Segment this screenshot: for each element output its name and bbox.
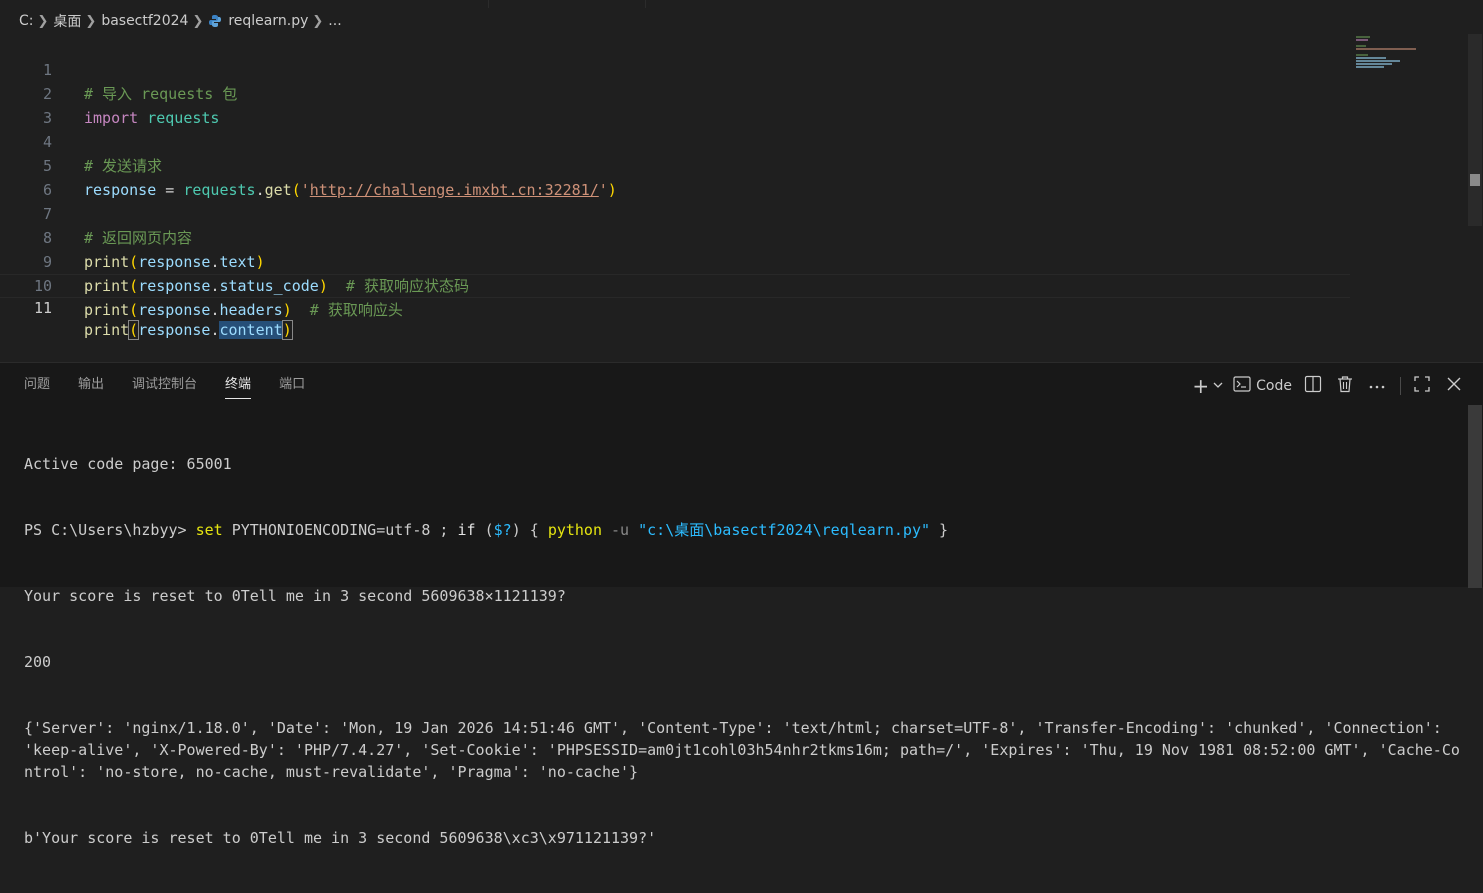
chevron-right-icon: ❯ (37, 13, 49, 29)
code-line: 5 response = requests.get('http://challe… (0, 130, 1350, 199)
scrollbar-cursor-marker (1470, 174, 1480, 186)
terminal-profile-label: Code (1256, 378, 1292, 394)
new-terminal-button[interactable]: + (1192, 374, 1223, 398)
minimap-line (1356, 66, 1384, 68)
tab-problems[interactable]: 问题 (24, 373, 50, 399)
terminal-end: } (930, 521, 949, 539)
python-file-icon (208, 14, 222, 28)
code-line: 4 # 发送请求 (0, 106, 1350, 175)
minimap-line (1356, 39, 1368, 41)
code-comment: # 获取响应头 (291, 301, 403, 319)
plus-icon: + (1192, 374, 1210, 398)
terminal-if: if (457, 521, 476, 539)
split-icon (1304, 375, 1322, 397)
maximize-panel-button[interactable] (1411, 374, 1433, 398)
chevron-right-icon: ❯ (312, 13, 324, 29)
terminal-profile-button[interactable]: Code (1233, 374, 1292, 398)
code-variable: response (138, 301, 211, 319)
editor-tab-strip (0, 0, 1483, 8)
terminal-scrollbar-thumb[interactable] (1468, 405, 1482, 588)
minimap-line (1356, 63, 1392, 65)
code-line: 6 (0, 154, 1350, 199)
breadcrumb-more[interactable]: ... (328, 13, 341, 29)
code-line: 3 (0, 82, 1350, 127)
terminal-path: "c:\桌面\basectf2024\reqlearn.py" (638, 521, 931, 539)
terminal-line: 200 (24, 653, 52, 671)
minimap-line (1356, 48, 1416, 50)
tab-terminal[interactable]: 终端 (225, 373, 252, 399)
breadcrumb-folder-basectf2024[interactable]: basectf2024 (101, 13, 188, 29)
tab-debug-console[interactable]: 调试控制台 (132, 373, 197, 399)
terminal-cmd-set: set (195, 521, 223, 539)
code-attribute: headers (219, 301, 283, 319)
maximize-icon (1413, 375, 1431, 397)
code-line: 10 print(response.headers) # 获取响应头 (0, 250, 1350, 319)
code-editor[interactable]: 1 # 导入 requests 包 2 import requests 3 4 … (0, 34, 1483, 362)
ellipsis-icon (1368, 378, 1386, 394)
terminal-output[interactable]: Active code page: 65001 PS C:\Users\hzby… (24, 409, 1464, 893)
code-function: print (84, 301, 130, 319)
chevron-down-icon (1213, 378, 1223, 394)
code-line: 7 # 返回网页内容 (0, 178, 1350, 247)
active-editor-tab[interactable] (488, 0, 646, 8)
code-paren: ( (129, 301, 139, 319)
terminal-prompt: PS C:\Users\hzbyy> (24, 521, 196, 539)
code-line: 8 print(response.text) (0, 202, 1350, 271)
code-paren: ( (128, 320, 140, 340)
code-variable: response (138, 321, 211, 339)
breadcrumb-drive[interactable]: C: (19, 13, 34, 29)
code-line: 1 # 导入 requests 包 (0, 34, 1350, 103)
panel-tabs: 问题 输出 调试控制台 终端 端口 (24, 373, 333, 399)
chevron-right-icon: ❯ (85, 13, 97, 29)
terminal-line: Active code page: 65001 (24, 455, 232, 473)
terminal-flag: -u (602, 521, 639, 539)
tab-ports[interactable]: 端口 (279, 373, 305, 399)
close-panel-button[interactable] (1443, 374, 1465, 398)
minimap-line (1356, 54, 1368, 56)
terminal-line: {'Server': 'nginx/1.18.0', 'Date': 'Mon,… (24, 719, 1460, 781)
code-function: print (84, 321, 130, 339)
actions-divider (1400, 377, 1401, 395)
code-attribute-selected: content (219, 321, 283, 339)
terminal-cond-open: ( (475, 521, 494, 539)
trash-icon (1336, 375, 1354, 397)
kill-terminal-button[interactable] (1334, 374, 1356, 398)
minimap[interactable] (1354, 34, 1464, 94)
split-terminal-button[interactable] (1302, 374, 1324, 398)
code-line: 2 import requests (0, 58, 1350, 127)
terminal-cond-close: ) { (511, 521, 548, 539)
breadcrumb: C: ❯ 桌面 ❯ basectf2024 ❯ reqlearn.py ❯ ..… (19, 10, 342, 32)
minimap-line (1356, 57, 1386, 59)
terminal-command-line: PS C:\Users\hzbyy> set PYTHONIOENCODING=… (24, 519, 1464, 541)
minimap-line (1356, 36, 1370, 38)
terminal-env: PYTHONIOENCODING=utf-8 ; (222, 521, 458, 539)
breadcrumb-file[interactable]: reqlearn.py (228, 13, 308, 29)
minimap-line (1356, 45, 1366, 47)
more-actions-button[interactable] (1366, 374, 1388, 398)
breadcrumb-folder-desktop[interactable]: 桌面 (53, 11, 81, 31)
line-number: 11 (33, 299, 52, 317)
code-line: 9 print(response.status_code) # 获取响应状态码 (0, 226, 1350, 295)
tab-output[interactable]: 输出 (78, 373, 104, 399)
code-paren: ) (282, 301, 292, 319)
bottom-panel: 问题 输出 调试控制台 终端 端口 + Code Active code pag… (0, 362, 1483, 847)
code-line-current: 11 print(response.content) (0, 274, 1350, 340)
close-icon (1446, 376, 1462, 396)
editor-scrollbar[interactable] (1468, 34, 1482, 226)
panel-actions: + Code (1182, 373, 1465, 399)
terminal-cond: $? (493, 521, 512, 539)
chevron-right-icon: ❯ (192, 13, 204, 29)
terminal-scrollbar[interactable] (1468, 405, 1482, 588)
code-paren: ) (281, 320, 293, 340)
terminal-cmd-python: python (547, 521, 602, 539)
terminal-line: Your score is reset to 0Tell me in 3 sec… (24, 587, 566, 605)
terminal-line: b'Your score is reset to 0Tell me in 3 s… (24, 829, 657, 847)
minimap-line (1356, 60, 1400, 62)
terminal-icon (1233, 376, 1251, 396)
